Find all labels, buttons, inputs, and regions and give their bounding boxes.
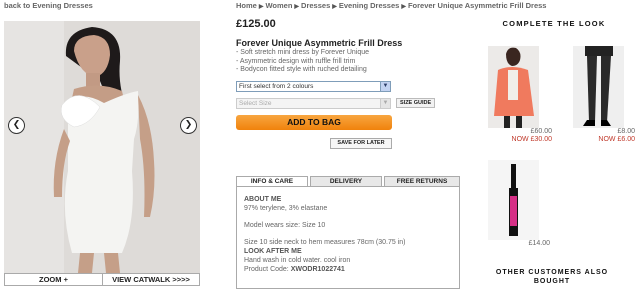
look-item-price: £8.00 NOW £6.00 <box>598 128 635 143</box>
breadcrumb-separator-icon: ▶ <box>258 4 264 10</box>
view-catwalk-button[interactable]: VIEW CATWALK >>>> <box>103 274 199 285</box>
chevron-right-icon: ❯ <box>184 120 193 130</box>
add-to-bag-button[interactable]: ADD TO BAG <box>236 115 392 130</box>
feature-item: - Asymmetric design with ruffle frill tr… <box>236 57 356 65</box>
care-heading: LOOK AFTER ME <box>244 248 302 255</box>
product-main-image <box>4 21 200 273</box>
tights-image <box>583 46 613 126</box>
product-code: Product Code: XWODR1022741 <box>244 266 345 273</box>
look-item-jacket[interactable] <box>488 46 539 128</box>
breadcrumb-separator-icon: ▶ <box>332 4 337 10</box>
chevron-down-icon: ▼ <box>380 99 390 108</box>
breadcrumb-dresses[interactable]: Dresses <box>301 1 330 10</box>
zoom-button[interactable]: ZOOM + <box>5 274 103 285</box>
look-item-tights[interactable] <box>573 46 624 128</box>
about-heading: ABOUT ME <box>244 196 282 203</box>
measure-text: Size 10 side neck to hem measures 78cm (… <box>244 239 406 246</box>
product-price: £125.00 <box>236 18 276 30</box>
feature-item: - Soft stretch mini dress by Forever Uni… <box>236 49 370 56</box>
image-toolbar: ZOOM + VIEW CATWALK >>>> <box>4 273 200 286</box>
composition-text: 97% terylene, 3% elastane <box>244 205 328 212</box>
back-link[interactable]: back to Evening Dresses <box>4 1 93 10</box>
jacket-image <box>494 47 534 128</box>
complete-look-heading: COMPLETE THE LOOK <box>502 19 606 28</box>
chevron-down-icon: ▼ <box>380 82 390 91</box>
breadcrumb-evening-dresses[interactable]: Evening Dresses <box>339 1 399 10</box>
breadcrumb-current: Forever Unique Asymmetric Frill Dress <box>407 1 547 10</box>
breadcrumb-women[interactable]: Women <box>265 1 292 10</box>
breadcrumb-separator-icon: ▶ <box>294 4 300 10</box>
size-select[interactable]: Select Size ▼ <box>236 98 391 109</box>
save-for-later-button[interactable]: SAVE FOR LATER <box>330 138 392 149</box>
look-item-price: £14.00 <box>528 240 550 247</box>
next-image-button[interactable]: ❯ <box>180 117 197 134</box>
eyeliner-image <box>509 164 518 236</box>
look-item-price: £60.00 NOW £30.00 <box>511 128 552 143</box>
colour-select[interactable]: First select from 2 colours ▼ <box>236 81 391 92</box>
size-guide-button[interactable]: SIZE GUIDE <box>396 98 436 108</box>
product-title: Forever Unique Asymmetric Frill Dress <box>236 38 403 48</box>
breadcrumb: Home ▶ Women ▶ Dresses ▶ Evening Dresses ▶ Forev… <box>236 1 546 10</box>
model-size-text: Model wears size: Size 10 <box>244 222 326 229</box>
breadcrumb-separator-icon: ▶ <box>401 4 406 10</box>
info-panel: ABOUT ME 97% terylene, 3% elastane Model… <box>236 186 460 289</box>
prev-image-button[interactable]: ❮ <box>8 117 25 134</box>
look-item-eyeliner[interactable] <box>488 160 539 240</box>
model-photo <box>53 27 155 273</box>
other-customers-heading: OTHER CUSTOMERS ALSO BOUGHT <box>495 269 609 285</box>
chevron-left-icon: ❮ <box>12 120 21 130</box>
breadcrumb-home[interactable]: Home <box>236 1 257 10</box>
product-features: - Soft stretch mini dress by Forever Uni… <box>236 49 369 75</box>
care-text: Hand wash in cold water. cool iron <box>244 257 351 264</box>
feature-item: - Bodycon fitted style with ruched detai… <box>236 66 367 73</box>
